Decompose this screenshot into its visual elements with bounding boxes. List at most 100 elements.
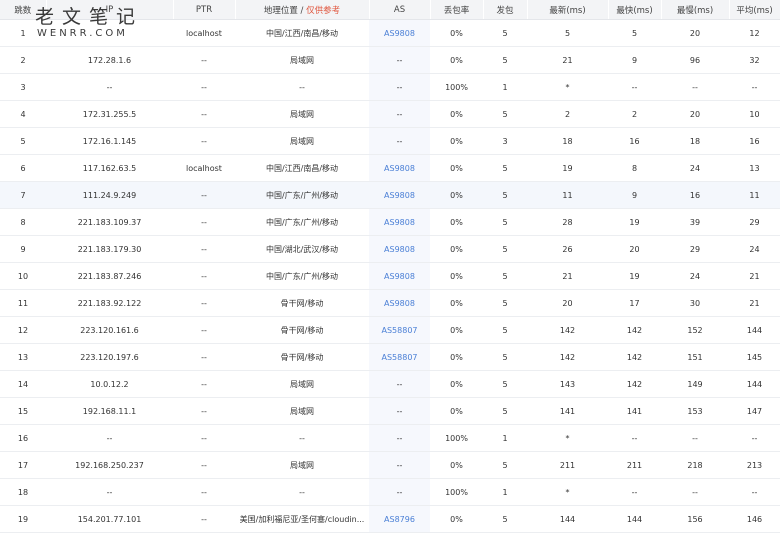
cell-worst: 152 [661, 316, 729, 344]
cell-ptr: -- [173, 100, 235, 128]
cell-hop: 10 [0, 262, 46, 290]
cell-ip: 192.168.250.237 [46, 451, 173, 479]
col-geo[interactable]: 地理位置 / 仅供参考 [235, 0, 370, 20]
as-link[interactable]: AS9808 [384, 218, 415, 227]
cell-ptr: -- [173, 397, 235, 425]
as-link[interactable]: AS58807 [382, 353, 418, 362]
cell-geo: 局域网 [235, 370, 369, 398]
cell-hop: 17 [0, 451, 46, 479]
as-link[interactable]: AS9808 [384, 29, 415, 38]
table-row[interactable]: 6 117.162.63.5 localhost 中国/江西/南昌/移动 AS9808 0… [0, 154, 780, 182]
cell-worst: -- [661, 424, 729, 452]
as-value: -- [396, 136, 403, 146]
table-row[interactable]: 16 -- -- -- -- 100% 1 * -- -- -- [0, 424, 780, 452]
cell-worst: 24 [661, 154, 729, 182]
table-row[interactable]: 4 172.31.255.5 -- 局域网 -- 0% 5 2 2 20 10 [0, 100, 780, 128]
cell-last: 11 [527, 181, 608, 209]
as-link[interactable]: AS58807 [382, 326, 418, 335]
cell-ip: 10.0.12.2 [46, 370, 173, 398]
cell-as: -- [369, 370, 430, 398]
as-value: -- [396, 109, 403, 119]
cell-geo: 中国/江西/南昌/移动 [235, 154, 369, 182]
cell-worst: 218 [661, 451, 729, 479]
table-row[interactable]: 9 221.183.179.30 -- 中国/湖北/武汉/移动 AS9808 0% 5 26 2… [0, 235, 780, 263]
col-loss[interactable]: 丢包率 [430, 0, 484, 20]
col-as[interactable]: AS [369, 0, 431, 20]
cell-last: 18 [527, 127, 608, 155]
cell-sent: 5 [483, 235, 527, 263]
cell-sent: 5 [483, 19, 527, 47]
cell-geo: -- [235, 478, 369, 506]
cell-hop: 4 [0, 100, 46, 128]
cell-loss: 100% [430, 424, 483, 452]
geo-disclaimer: 仅供参考 [306, 5, 341, 16]
cell-loss: 0% [430, 397, 483, 425]
as-link[interactable]: AS9808 [384, 191, 415, 200]
cell-ptr: localhost [173, 154, 235, 182]
cell-last: 26 [527, 235, 608, 263]
cell-last: 211 [527, 451, 608, 479]
cell-as: AS9808 [369, 208, 430, 236]
as-link[interactable]: AS9808 [384, 299, 415, 308]
cell-sent: 1 [483, 424, 527, 452]
cell-avg: 21 [729, 289, 780, 317]
cell-hop: 9 [0, 235, 46, 263]
cell-best: 142 [608, 370, 661, 398]
cell-as: -- [369, 73, 430, 101]
cell-ptr: -- [173, 505, 235, 533]
cell-ip: 154.201.77.101 [46, 505, 173, 533]
table-row[interactable]: 13 223.120.197.6 -- 骨干网/移动 AS58807 0% 5 142 142 1… [0, 343, 780, 371]
table-row[interactable]: 12 223.120.161.6 -- 骨干网/移动 AS58807 0% 5 142 142 1… [0, 316, 780, 344]
cell-ptr: -- [173, 73, 235, 101]
as-link[interactable]: AS9808 [384, 272, 415, 281]
table-row[interactable]: 15 192.168.11.1 -- 局域网 -- 0% 5 141 141 153 147 [0, 397, 780, 425]
cell-last: 141 [527, 397, 608, 425]
table-row[interactable]: 2 172.28.1.6 -- 局域网 -- 0% 5 21 9 96 32 [0, 46, 780, 74]
table-row[interactable]: 5 172.16.1.145 -- 局域网 -- 0% 3 18 16 18 16 [0, 127, 780, 155]
table-row[interactable]: 3 -- -- -- -- 100% 1 * -- -- -- [0, 73, 780, 101]
table-row[interactable]: 10 221.183.87.246 -- 中国/广东/广州/移动 AS9808 0% 5 21… [0, 262, 780, 290]
cell-loss: 0% [430, 19, 483, 47]
cell-as: AS9808 [369, 181, 430, 209]
col-ptr[interactable]: PTR [173, 0, 236, 20]
cell-last: * [527, 478, 608, 506]
table-row[interactable]: 19 154.201.77.101 -- 美国/加利福尼亚/圣何塞/cloudin..… [0, 505, 780, 533]
as-link[interactable]: AS9808 [384, 164, 415, 173]
cell-last: 19 [527, 154, 608, 182]
cell-as: -- [369, 478, 430, 506]
as-value: -- [396, 379, 403, 389]
cell-as: AS58807 [369, 343, 430, 371]
as-link[interactable]: AS8796 [384, 515, 415, 524]
cell-ip: 111.24.9.249 [46, 181, 173, 209]
as-value: -- [396, 82, 403, 92]
table-row[interactable]: 14 10.0.12.2 -- 局域网 -- 0% 5 143 142 149 144 [0, 370, 780, 398]
cell-ptr: -- [173, 316, 235, 344]
cell-avg: 16 [729, 127, 780, 155]
cell-as: -- [369, 127, 430, 155]
table-row[interactable]: 11 221.183.92.122 -- 骨干网/移动 AS9808 0% 5 20 17 30 2… [0, 289, 780, 317]
cell-last: 21 [527, 46, 608, 74]
cell-geo: 美国/加利福尼亚/圣何塞/cloudin... [235, 505, 369, 533]
cell-ptr: -- [173, 370, 235, 398]
table-row[interactable]: 17 192.168.250.237 -- 局域网 -- 0% 5 211 211 218 213 [0, 451, 780, 479]
cell-worst: 29 [661, 235, 729, 263]
cell-loss: 0% [430, 181, 483, 209]
cell-hop: 14 [0, 370, 46, 398]
table-row[interactable]: 7 111.24.9.249 -- 中国/广东/广州/移动 AS9808 0% 5 11 9 16… [0, 181, 780, 209]
table-row[interactable]: 8 221.183.109.37 -- 中国/广东/广州/移动 AS9808 0% 5 28 1… [0, 208, 780, 236]
col-geo-label: 地理位置 / [263, 5, 304, 16]
col-last[interactable]: 最新(ms) [527, 0, 609, 20]
table-row[interactable]: 18 -- -- -- -- 100% 1 * -- -- -- [0, 478, 780, 506]
cell-loss: 100% [430, 73, 483, 101]
as-link[interactable]: AS9808 [384, 245, 415, 254]
col-sent[interactable]: 发包 [483, 0, 528, 20]
col-avg[interactable]: 平均(ms) [729, 0, 780, 20]
cell-best: 211 [608, 451, 661, 479]
cell-avg: 32 [729, 46, 780, 74]
cell-ip: 172.16.1.145 [46, 127, 173, 155]
col-worst[interactable]: 最慢(ms) [661, 0, 730, 20]
cell-best: 144 [608, 505, 661, 533]
cell-hop: 12 [0, 316, 46, 344]
cell-loss: 0% [430, 262, 483, 290]
col-best[interactable]: 最快(ms) [608, 0, 662, 20]
